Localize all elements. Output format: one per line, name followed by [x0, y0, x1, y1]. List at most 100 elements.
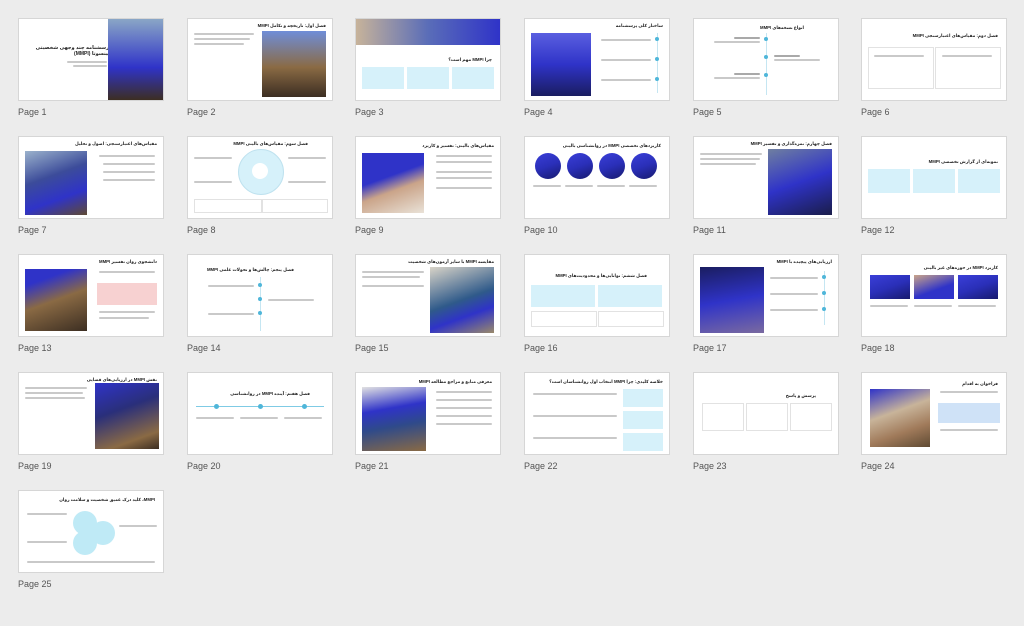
slide-preview[interactable]: فصل دوم: مقیاس‌های اعتبارسنجی MMPI	[861, 18, 1007, 101]
slide-title: فصل سوم: مقیاس‌های بالینی MMPI	[233, 141, 308, 146]
slide-image	[108, 19, 163, 100]
info-card	[958, 169, 1000, 193]
slide-title: معرفی منابع و مراجع مطالعه MMPI	[418, 379, 492, 384]
slide-preview[interactable]: فصل پنجم: چالش‌ها و تحولات علمی MMPI	[187, 254, 333, 337]
slide-caption: Page 10	[524, 225, 558, 235]
slide-preview[interactable]: فراخوان به اقدام	[861, 372, 1007, 455]
slide-caption: Page 25	[18, 579, 52, 589]
slide-title: MMPI، کلید درک عمیق شخصیت و سلامت روان	[59, 497, 155, 502]
text-line	[436, 177, 492, 179]
slide-title: فصل ششم: توانایی‌ها و محدودیت‌های MMPI	[555, 273, 647, 278]
slide-preview[interactable]: پرسش و پاسخ	[693, 372, 839, 455]
text-line	[597, 185, 625, 187]
slide-preview[interactable]: معرفی منابع و مراجع مطالعه MMPI	[355, 372, 501, 455]
text-line	[734, 37, 760, 39]
info-card	[598, 285, 662, 307]
slide-preview[interactable]: خلاصه کلیدی: چرا MMPI انتخاب اول روانشنا…	[524, 372, 670, 455]
slide-title: کاربردهای تخصصی MMPI در روانشناسی بالینی	[562, 143, 661, 148]
slide-title: مقایسه MMPI با سایر آزمون‌های شخصیت	[408, 259, 494, 264]
timeline-dot	[822, 307, 826, 311]
text-line	[99, 155, 155, 157]
slide-title: خلاصه کلیدی: چرا MMPI انتخاب اول روانشنا…	[549, 379, 663, 384]
slide-caption: Page 1	[18, 107, 47, 117]
text-line	[27, 513, 67, 515]
slide-caption: Page 16	[524, 343, 558, 353]
slide-title: پرسش و پاسخ	[785, 393, 816, 398]
slide-preview[interactable]: نمونه‌ای از گزارش تخصصی MMPI	[861, 136, 1007, 219]
slide-preview[interactable]: فصل ششم: توانایی‌ها و محدودیت‌های MMPI	[524, 254, 670, 337]
slide-preview[interactable]: فصل اول: تاریخچه و تکامل MMPI	[187, 18, 333, 101]
text-line	[436, 187, 492, 189]
slide-preview[interactable]: کاربرد MMPI در حوزه‌های غیر بالینی	[861, 254, 1007, 337]
slide-title: پرسشنامه چند وجهی شخصیتی مینسوتا (MMPI)	[35, 45, 111, 57]
slide-preview[interactable]: MMPI، کلید درک عمیق شخصیت و سلامت روان	[18, 490, 164, 573]
slide-image	[262, 31, 326, 97]
info-card	[868, 169, 910, 193]
alert-card	[938, 403, 1000, 423]
text-line	[27, 561, 155, 563]
text-line	[700, 153, 762, 155]
slide-preview[interactable]: دانشجوی روان تفسیر MMPI	[18, 254, 164, 337]
info-card	[935, 47, 1001, 89]
info-card	[194, 199, 262, 213]
slide-preview[interactable]: مقیاس‌های اعتبارسنجی: اصول و تحلیل	[18, 136, 164, 219]
timeline-dot	[258, 283, 262, 287]
slide-title: فراخوان به اقدام	[962, 381, 998, 386]
text-line	[194, 38, 250, 40]
text-line	[774, 59, 820, 61]
timeline-dot	[214, 404, 219, 409]
slide-title: کاربرد MMPI در حوزه‌های غیر بالینی	[923, 265, 998, 270]
slide-caption: Page 12	[861, 225, 895, 235]
slide-image	[430, 267, 494, 333]
text-line	[914, 305, 952, 307]
info-card	[868, 47, 934, 89]
slide-preview[interactable]: چرا MMPI مهم است؟	[355, 18, 501, 101]
text-line	[700, 158, 760, 160]
slide-preview[interactable]: فصل چهارم: نمره‌گذاری و تفسیر MMPI	[693, 136, 839, 219]
slide-caption: Page 23	[693, 461, 727, 471]
info-card	[790, 403, 832, 431]
slide-caption: Page 7	[18, 225, 47, 235]
text-line	[196, 417, 234, 419]
text-line	[533, 185, 561, 187]
text-line	[240, 417, 278, 419]
slide-preview[interactable]: ساختار کلی پرسشنامه	[524, 18, 670, 101]
text-line	[436, 407, 492, 409]
timeline-dot	[258, 297, 262, 301]
slide-preview[interactable]: کاربردهای تخصصی MMPI در روانشناسی بالینی	[524, 136, 670, 219]
slide-preview[interactable]: مقایسه MMPI با سایر آزمون‌های شخصیت	[355, 254, 501, 337]
timeline-dot	[655, 37, 659, 41]
slide-preview[interactable]: فصل سوم: مقیاس‌های بالینی MMPI	[187, 136, 333, 219]
timeline-line	[766, 33, 767, 95]
timeline-dot	[822, 275, 826, 279]
slide-caption: Page 24	[861, 461, 895, 471]
timeline-dot	[258, 311, 262, 315]
timeline-dot	[764, 37, 768, 41]
info-card	[623, 411, 663, 429]
text-line	[533, 415, 617, 417]
slide-preview[interactable]: انواع نسخه‌های MMPI	[693, 18, 839, 101]
info-card	[452, 67, 494, 89]
slide-title: انواع نسخه‌های MMPI	[759, 25, 804, 30]
slide-image	[914, 275, 954, 299]
text-line	[284, 417, 322, 419]
text-line	[436, 391, 492, 393]
text-line	[67, 61, 107, 63]
slide-caption: Page 6	[861, 107, 890, 117]
slide-preview[interactable]: مقیاس‌های بالینی: تفسیر و کاربرد	[355, 136, 501, 219]
slide-preview[interactable]: فصل هفتم: آینده MMPI در روانشناسی	[187, 372, 333, 455]
text-line	[194, 43, 244, 45]
text-line	[194, 157, 232, 159]
slide-image	[25, 151, 87, 215]
slide-preview[interactable]: نقش MMPI در ارزیابی‌های قضایی	[18, 372, 164, 455]
slide-preview[interactable]: پرسشنامه چند وجهی شخصیتی مینسوتا (MMPI)	[18, 18, 164, 101]
text-line	[940, 391, 998, 393]
text-line	[942, 55, 992, 57]
text-line	[73, 65, 107, 67]
slide-preview[interactable]: ارزیابی‌های پیچیده با MMPI	[693, 254, 839, 337]
info-card	[598, 311, 664, 327]
text-line	[119, 525, 157, 527]
text-line	[103, 179, 155, 181]
slide-caption: Page 22	[524, 461, 558, 471]
slide-title: فصل هفتم: آینده MMPI در روانشناسی	[230, 391, 310, 396]
